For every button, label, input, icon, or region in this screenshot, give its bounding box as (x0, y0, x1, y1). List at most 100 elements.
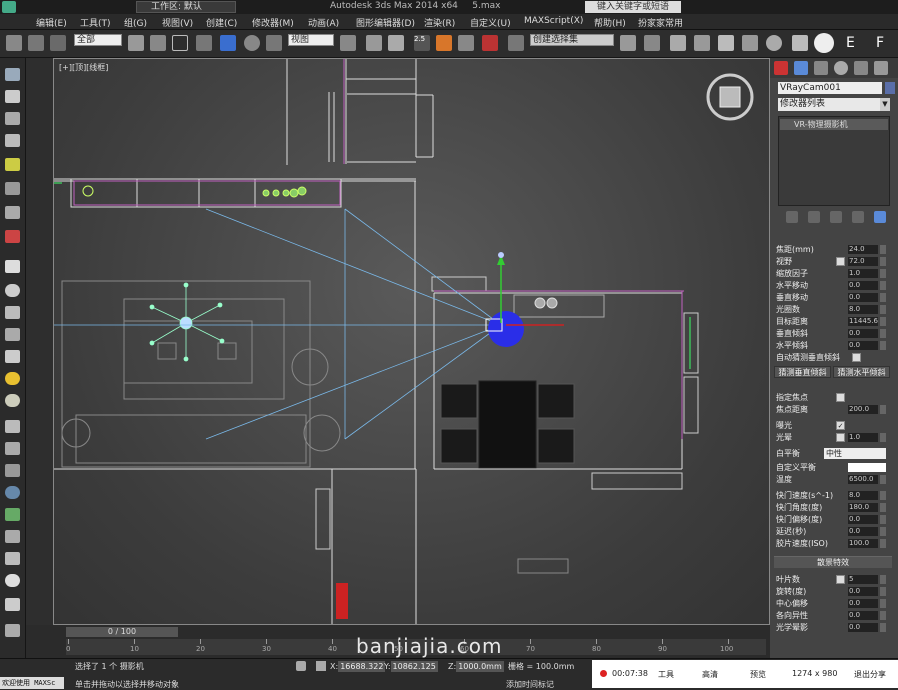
spinner[interactable] (880, 305, 886, 314)
param-input[interactable]: 0.0 (848, 527, 878, 536)
menu-banjia[interactable]: 扮家家常用 (638, 16, 683, 29)
window-crossing-icon[interactable] (196, 35, 212, 51)
mirror-icon[interactable] (620, 35, 636, 51)
bokeh-section-header[interactable]: 散景特效 (774, 556, 892, 568)
tool-icon-7[interactable] (5, 206, 20, 219)
select-by-name-icon[interactable] (150, 35, 166, 51)
chevron-down-icon[interactable]: ▼ (880, 98, 890, 111)
select-move-icon[interactable] (220, 35, 236, 51)
tool-icon-1[interactable] (5, 68, 20, 81)
modifier-list-dropdown[interactable]: 修改器列表 (778, 98, 888, 111)
top-viewport[interactable]: [+][顶][线框] (53, 58, 770, 625)
menu-modifiers[interactable]: 修改器(M) (252, 16, 294, 29)
cylinder-icon[interactable] (5, 306, 20, 319)
param-input[interactable]: 1.0 (848, 433, 878, 442)
tool-icon-21[interactable] (5, 530, 20, 543)
object-color-swatch[interactable] (885, 82, 895, 94)
maxscript-listener[interactable]: 欢迎使用 MAXSc (0, 677, 64, 689)
param-input[interactable]: 0.0 (848, 611, 878, 620)
spinner[interactable] (880, 623, 886, 632)
display-tab-icon[interactable] (854, 61, 868, 75)
tool-icon-8[interactable] (5, 230, 20, 243)
make-unique-icon[interactable] (830, 211, 842, 223)
light-icon[interactable] (5, 158, 20, 171)
transform-mode-icon[interactable] (316, 661, 326, 671)
spinner[interactable] (880, 587, 886, 596)
tool-icon-6[interactable] (5, 182, 20, 195)
teapot-icon[interactable] (5, 328, 20, 341)
selection-filter-dropdown[interactable]: 全部 (74, 34, 122, 46)
guess-vertical-button[interactable]: 猜测垂直倾斜 (774, 366, 831, 378)
hierarchy-tab-icon[interactable] (814, 61, 828, 75)
param-input[interactable]: 6500.0 (848, 475, 878, 484)
param-input[interactable]: 0.0 (848, 623, 878, 632)
add-time-tag[interactable]: 添加时间标记 (506, 679, 554, 690)
render-icon[interactable]: E (846, 35, 862, 51)
layer-manager-icon[interactable] (670, 35, 686, 51)
tree-icon[interactable] (5, 508, 20, 521)
box-icon[interactable] (5, 260, 20, 273)
tool-icon-2[interactable] (5, 90, 20, 103)
spinner[interactable] (880, 515, 886, 524)
spinner[interactable] (880, 281, 886, 290)
modify-tab-icon[interactable] (794, 61, 808, 75)
spinner[interactable] (880, 599, 886, 608)
tool-icon-22[interactable] (5, 552, 20, 565)
create-tab-icon[interactable] (774, 61, 788, 75)
menu-views[interactable]: 视图(V) (162, 16, 193, 29)
param-input[interactable]: 0.0 (848, 515, 878, 524)
tool-icon-3[interactable] (5, 112, 20, 125)
guess-horizontal-button[interactable]: 猜测水平倾斜 (833, 366, 890, 378)
material-editor-icon[interactable] (766, 35, 782, 51)
curve-editor-icon[interactable] (718, 35, 734, 51)
manipulate-icon[interactable] (366, 35, 382, 51)
schematic-view-icon[interactable] (742, 35, 758, 51)
app-icon[interactable] (2, 1, 16, 13)
param-input[interactable]: 8.0 (848, 491, 878, 500)
spinner[interactable] (880, 527, 886, 536)
percent-snap-icon[interactable] (458, 35, 474, 51)
spinner-snap-icon[interactable] (482, 35, 498, 51)
spinner[interactable] (880, 433, 886, 442)
spinner[interactable] (880, 245, 886, 254)
globe-icon[interactable] (5, 486, 20, 499)
param-checkbox[interactable] (836, 433, 845, 442)
spinner[interactable] (880, 539, 886, 548)
recorder-tools-button[interactable]: 工具 (658, 669, 674, 680)
param-input[interactable]: 200.0 (848, 405, 878, 414)
x-coord[interactable]: X: 16688.322 (330, 661, 386, 672)
spinner[interactable] (880, 341, 886, 350)
spinner[interactable] (880, 611, 886, 620)
keyboard-shortcut-icon[interactable] (388, 35, 404, 51)
spinner[interactable] (880, 293, 886, 302)
param-checkbox[interactable]: ✓ (836, 421, 845, 430)
select-object-icon[interactable] (128, 35, 144, 51)
param-input[interactable]: 180.0 (848, 503, 878, 512)
menu-rendering[interactable]: 渲染(R) (424, 16, 455, 29)
show-end-result-icon[interactable] (808, 211, 820, 223)
spinner[interactable] (880, 257, 886, 266)
param-checkbox[interactable] (836, 575, 845, 584)
reference-coord-dropdown[interactable]: 视图 (288, 34, 334, 46)
link-icon[interactable] (6, 35, 22, 51)
sphere-icon[interactable] (5, 284, 20, 297)
menu-maxscript[interactable]: MAXScript(X) (524, 16, 583, 26)
recorder-exit-button[interactable]: 退出分享 (854, 669, 886, 680)
spinner[interactable] (880, 269, 886, 278)
unlink-icon[interactable] (28, 35, 44, 51)
rect-selection-icon[interactable] (172, 35, 188, 51)
menu-group[interactable]: 组(G) (124, 16, 147, 29)
sun-icon[interactable] (5, 372, 20, 385)
white-balance-dropdown[interactable]: 中性 (824, 448, 886, 459)
spinner[interactable] (880, 475, 886, 484)
remove-modifier-icon[interactable] (852, 211, 864, 223)
param-checkbox[interactable] (852, 353, 861, 362)
utilities-tab-icon[interactable] (874, 61, 888, 75)
pin-stack-icon[interactable] (786, 211, 798, 223)
param-input[interactable]: 0.0 (848, 281, 878, 290)
render-setup-icon[interactable] (792, 35, 808, 51)
select-scale-icon[interactable] (266, 35, 282, 51)
stack-item[interactable]: VR-物理摄影机 (780, 119, 888, 130)
cone-icon[interactable] (5, 350, 20, 363)
param-input[interactable]: 5 (848, 575, 878, 584)
